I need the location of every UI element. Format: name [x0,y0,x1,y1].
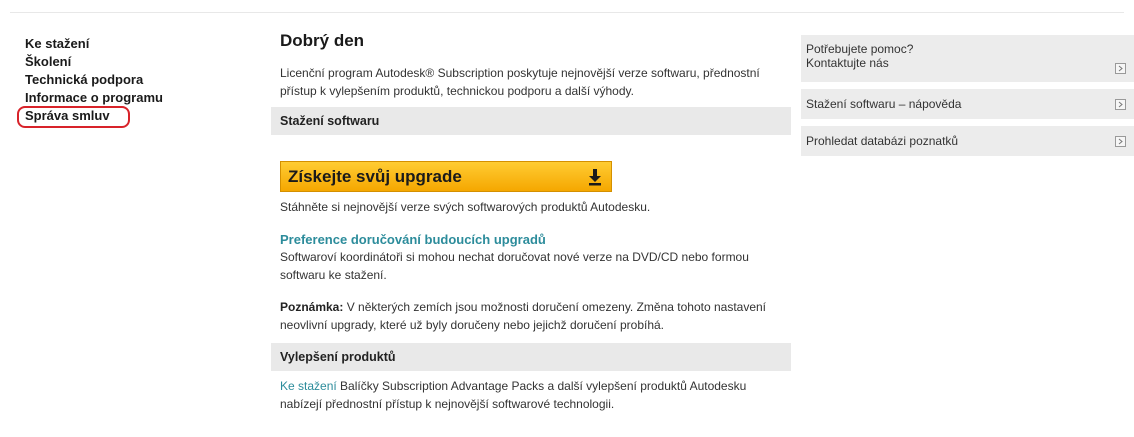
download-help-link[interactable]: Stažení softwaru – nápověda [801,89,1134,119]
right-panel: Potřebujete pomoc? Kontaktujte nás Staže… [801,35,1134,163]
contact-help-line2: Kontaktujte nás [806,56,889,70]
section-header-product-enhancements: Vylepšení produktů [271,343,791,371]
download-help-label: Stažení softwaru – nápověda [806,97,962,111]
get-upgrade-button[interactable]: Získejte svůj upgrade [280,161,612,192]
nav-item-contract-management[interactable]: Správa smluv [17,106,195,128]
arrow-right-icon [1115,99,1126,110]
delivery-preferences-text: Softwaroví koordinátoři si mohou nechat … [280,250,749,282]
intro-text: Licenční program Autodesk® Subscription … [280,66,760,98]
section-header-software-download: Stažení softwaru [271,107,791,135]
download-icon [589,168,601,185]
arrow-right-icon [1115,136,1126,147]
delivery-preferences-link[interactable]: Preference doručování budoucích upgradů [280,232,791,248]
enhancements-text: Balíčky Subscription Advantage Packs a d… [280,379,747,411]
nav-item-downloads[interactable]: Ke stažení [25,36,195,54]
download-description: Stáhněte si nejnovější verze svých softw… [280,200,651,214]
note-label: Poznámka: [280,300,344,314]
page-title: Dobrý den [280,31,365,50]
contact-help-line1: Potřebujete pomoc? [806,42,914,56]
note-paragraph: Poznámka: V některých zemích jsou možnos… [280,298,780,334]
get-upgrade-label: Získejte svůj upgrade [288,166,462,186]
knowledge-base-label: Prohledat databázi poznatků [806,134,959,148]
left-navigation: Ke stažení Školení Technická podpora Inf… [17,36,195,128]
enhancements-download-link[interactable]: Ke stažení [280,379,337,393]
enhancements-paragraph: Ke stažení Balíčky Subscription Advantag… [280,377,780,413]
knowledge-base-link[interactable]: Prohledat databázi poznatků [801,126,1134,156]
note-text: V některých zemích jsou možnosti doručen… [280,300,767,332]
nav-item-training[interactable]: Školení [25,54,195,72]
nav-item-contract-management-label: Správa smluv [25,108,110,123]
nav-item-program-info[interactable]: Informace o programu [25,90,195,108]
nav-item-technical-support[interactable]: Technická podpora [25,72,195,90]
contact-help-link[interactable]: Potřebujete pomoc? Kontaktujte nás [801,35,1134,82]
top-divider [10,12,1124,13]
main-content: Dobrý den Licenční program Autodesk® Sub… [271,30,791,413]
arrow-right-icon [1115,63,1126,74]
